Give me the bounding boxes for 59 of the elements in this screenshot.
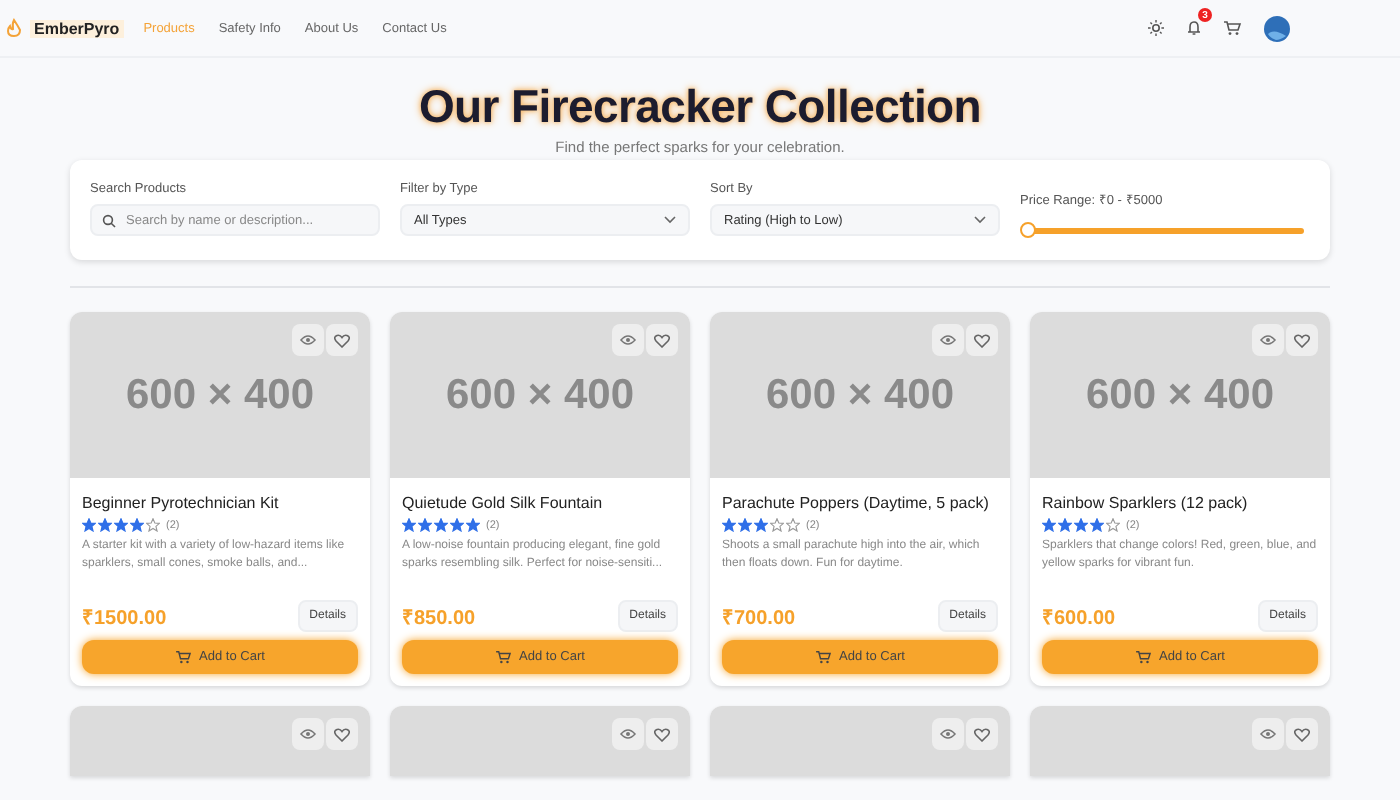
favorite-button[interactable]: [1286, 718, 1318, 750]
favorite-button[interactable]: [326, 324, 358, 356]
product-name: Parachute Poppers (Daytime, 5 pack): [722, 494, 991, 512]
placeholder-label: 600 × 400: [445, 371, 634, 419]
favorite-button[interactable]: [646, 324, 678, 356]
avatar[interactable]: [1264, 15, 1290, 41]
eye-icon: [940, 334, 956, 346]
heart-icon: [1294, 727, 1310, 741]
cart-icon[interactable]: [1224, 20, 1242, 36]
search-icon: [102, 213, 116, 227]
heart-icon: [334, 727, 350, 741]
view-button[interactable]: [1252, 324, 1284, 356]
product-name: Beginner Pyrotechnician Kit: [82, 494, 281, 512]
eye-icon: [620, 728, 636, 740]
heart-icon: [334, 333, 350, 347]
heart-icon: [1294, 333, 1310, 347]
view-button[interactable]: [932, 718, 964, 750]
brand-name[interactable]: EmberPyro: [30, 19, 124, 37]
product-price: ₹700.00: [722, 606, 796, 630]
heart-icon: [974, 333, 990, 347]
flame-icon: [6, 18, 22, 38]
bell-icon[interactable]: [1186, 20, 1202, 36]
view-button[interactable]: [612, 324, 644, 356]
placeholder-label: 600 × 400: [765, 371, 954, 419]
cart-icon: [815, 650, 832, 664]
view-button[interactable]: [612, 718, 644, 750]
eye-icon: [1260, 728, 1276, 740]
product-name: Quietude Gold Silk Fountain: [402, 494, 605, 512]
view-button[interactable]: [1252, 718, 1284, 750]
eye-icon: [940, 728, 956, 740]
product-price: ₹1500.00: [82, 606, 167, 630]
placeholder-label: 600 × 400: [1085, 371, 1274, 419]
heart-icon: [654, 727, 670, 741]
eye-icon: [300, 334, 316, 346]
chevron-down-icon: [664, 216, 676, 224]
favorite-button[interactable]: [326, 718, 358, 750]
view-button[interactable]: [292, 718, 324, 750]
favorite-button[interactable]: [966, 324, 998, 356]
heart-icon: [654, 333, 670, 347]
product-name: Rainbow Sparklers (12 pack): [1042, 494, 1250, 512]
sun-icon[interactable]: [1148, 20, 1164, 36]
heart-icon: [974, 727, 990, 741]
favorite-button[interactable]: [646, 718, 678, 750]
cart-icon: [495, 650, 512, 664]
eye-icon: [620, 334, 636, 346]
eye-icon: [300, 728, 316, 740]
eye-icon: [1260, 334, 1276, 346]
placeholder-label: 600 × 400: [125, 371, 314, 419]
favorite-button[interactable]: [966, 718, 998, 750]
price-slider-thumb[interactable]: [1020, 221, 1036, 237]
product-price: ₹850.00: [402, 606, 476, 630]
cart-icon: [175, 650, 192, 664]
page-title: Our Firecracker Collection: [418, 80, 982, 134]
product-price: ₹600.00: [1042, 606, 1116, 630]
cart-icon: [1135, 650, 1152, 664]
view-button[interactable]: [932, 324, 964, 356]
favorite-button[interactable]: [1286, 324, 1318, 356]
chevron-down-icon: [974, 216, 986, 224]
view-button[interactable]: [292, 324, 324, 356]
